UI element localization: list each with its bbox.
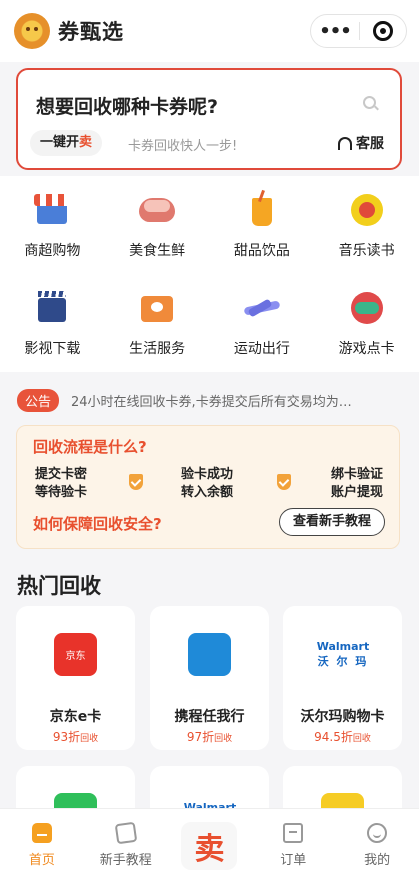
food-bowl-icon	[135, 188, 179, 232]
shield-check-icon	[129, 474, 143, 490]
discount-unit: 回收	[80, 734, 99, 744]
category-label: 音乐读书	[338, 243, 395, 259]
category-label: 游戏点卡	[338, 341, 395, 357]
recycle-flow-card: 回收流程是什么? 提交卡密 等待验卡 验卡成功 转入余额 绑卡验证 账户提现 如…	[16, 425, 400, 549]
flow-step: 提交卡密 等待验卡	[35, 466, 87, 502]
tab-home[interactable]: 首页	[0, 809, 84, 876]
category-item[interactable]: 生活服务	[105, 274, 210, 372]
shield-check-icon	[277, 474, 291, 490]
card-name: 沃尔玛购物卡	[300, 709, 385, 725]
one-click-sell-button[interactable]: 一键开卖	[30, 130, 103, 156]
discount-unit: 回收	[214, 734, 233, 744]
flow-step-line: 提交卡密	[35, 467, 88, 482]
flow-step-line: 绑卡验证	[330, 467, 383, 482]
flow-step-line: 转入余额	[181, 485, 234, 500]
category-item[interactable]: 游戏点卡	[314, 274, 419, 372]
category-item[interactable]: 影视下载	[0, 274, 105, 372]
ticket-icon	[114, 821, 137, 845]
announcement-text: 24小时在线回收卡券,卡券提交后所有交易均为…	[71, 394, 352, 410]
tab-label: 首页	[28, 853, 55, 868]
category-item[interactable]: 音乐读书	[314, 176, 419, 274]
customer-service-label: 客服	[356, 136, 384, 152]
flow-step: 绑卡验证 账户提现	[331, 466, 383, 502]
search-subtitle: 卡券回收快人一步!	[128, 139, 238, 154]
category-label: 运动出行	[233, 341, 290, 357]
airplane-icon	[240, 286, 284, 330]
tab-orders[interactable]: 订单	[251, 809, 335, 876]
flow-step: 验卡成功 转入余额	[181, 466, 233, 502]
ctrip-dolphin-logo-icon	[188, 633, 231, 676]
app-title: 券甄选	[58, 20, 124, 44]
discount-value: 94.5折	[314, 730, 353, 744]
smiley-profile-icon	[367, 823, 388, 843]
flow-step-line: 账户提现	[330, 485, 383, 500]
search-question: 想要回收哪种卡券呢?	[36, 96, 219, 118]
discount-value: 97折	[186, 730, 215, 744]
tab-sell[interactable]: 卖	[168, 809, 252, 876]
tab-label: 订单	[280, 853, 307, 868]
bottom-tab-bar: 首页 新手教程 卖 订单 我的	[0, 808, 419, 876]
announcement-bar[interactable]: 公告 24小时在线回收卡券,卡券提交后所有交易均为…	[0, 378, 419, 422]
jd-logo-icon: 京东	[54, 633, 97, 676]
one-click-label: 一键开	[40, 135, 80, 150]
category-label: 生活服务	[129, 341, 186, 357]
life-service-icon	[135, 286, 179, 330]
clapperboard-icon	[30, 286, 74, 330]
announcement-badge: 公告	[17, 388, 60, 412]
card-name: 京东e卡	[49, 709, 102, 725]
headset-icon	[338, 136, 352, 150]
walmart-logo-icon: Walmart 沃 尔 玛	[308, 633, 378, 676]
game-controller-icon	[345, 286, 389, 330]
mini-program-capsule: •••	[310, 14, 407, 48]
hot-card-walmart[interactable]: Walmart 沃 尔 玛 沃尔玛购物卡 94.5折回收	[283, 606, 402, 750]
search-icon[interactable]	[363, 96, 376, 109]
card-discount: 94.5折回收	[283, 728, 402, 745]
walmart-logo-text: Walmart	[316, 640, 370, 653]
tab-label: 新手教程	[99, 853, 152, 868]
category-label: 甜品饮品	[233, 243, 290, 259]
card-discount: 93折回收	[16, 728, 135, 745]
music-disc-icon	[345, 188, 389, 232]
customer-service-button[interactable]: 客服	[338, 133, 384, 153]
drink-cup-icon	[240, 188, 284, 232]
category-grid: 商超购物 美食生鲜 甜品饮品 音乐读书 影视下载 生活服务 运动出行 游戏点卡	[0, 176, 419, 372]
target-icon	[373, 21, 393, 41]
category-item[interactable]: 运动出行	[210, 274, 315, 372]
tab-guide[interactable]: 新手教程	[84, 809, 168, 876]
order-list-icon	[283, 823, 304, 843]
top-bar: 券甄选 •••	[0, 0, 419, 62]
flow-title: 回收流程是什么?	[33, 438, 147, 456]
search-card[interactable]: 想要回收哪种卡券呢? 一键开卖 卡券回收快人一步! 客服	[16, 68, 402, 170]
view-tutorial-button[interactable]: 查看新手教程	[278, 508, 385, 536]
category-item[interactable]: 甜品饮品	[210, 176, 315, 274]
tab-me[interactable]: 我的	[335, 809, 419, 876]
lion-logo-icon	[14, 13, 50, 49]
sell-button[interactable]: 卖	[181, 821, 238, 870]
close-capsule-button[interactable]	[360, 21, 406, 41]
discount-unit: 回收	[352, 734, 371, 744]
safety-link[interactable]: 如何保障回收安全?	[33, 513, 162, 534]
tab-label: 我的	[364, 853, 391, 868]
hot-card-ctrip[interactable]: 携程任我行 97折回收	[150, 606, 269, 750]
category-label: 美食生鲜	[129, 243, 186, 259]
category-item[interactable]: 商超购物	[0, 176, 105, 274]
discount-value: 93折	[52, 730, 81, 744]
walmart-logo-subtext: 沃 尔 玛	[317, 655, 369, 668]
more-icon[interactable]: •••	[311, 21, 359, 42]
home-icon	[31, 823, 52, 843]
card-discount: 97折回收	[150, 728, 269, 745]
category-item[interactable]: 美食生鲜	[105, 176, 210, 274]
card-name: 携程任我行	[174, 709, 245, 725]
category-label: 影视下载	[24, 341, 81, 357]
hot-recycle-title: 热门回收	[17, 574, 101, 598]
one-click-highlight: 卖	[79, 135, 93, 150]
store-icon	[30, 188, 74, 232]
category-label: 商超购物	[24, 243, 81, 259]
flow-step-line: 等待验卡	[35, 485, 88, 500]
hot-card-jd[interactable]: 京东 京东e卡 93折回收	[16, 606, 135, 750]
flow-step-line: 验卡成功	[181, 467, 234, 482]
